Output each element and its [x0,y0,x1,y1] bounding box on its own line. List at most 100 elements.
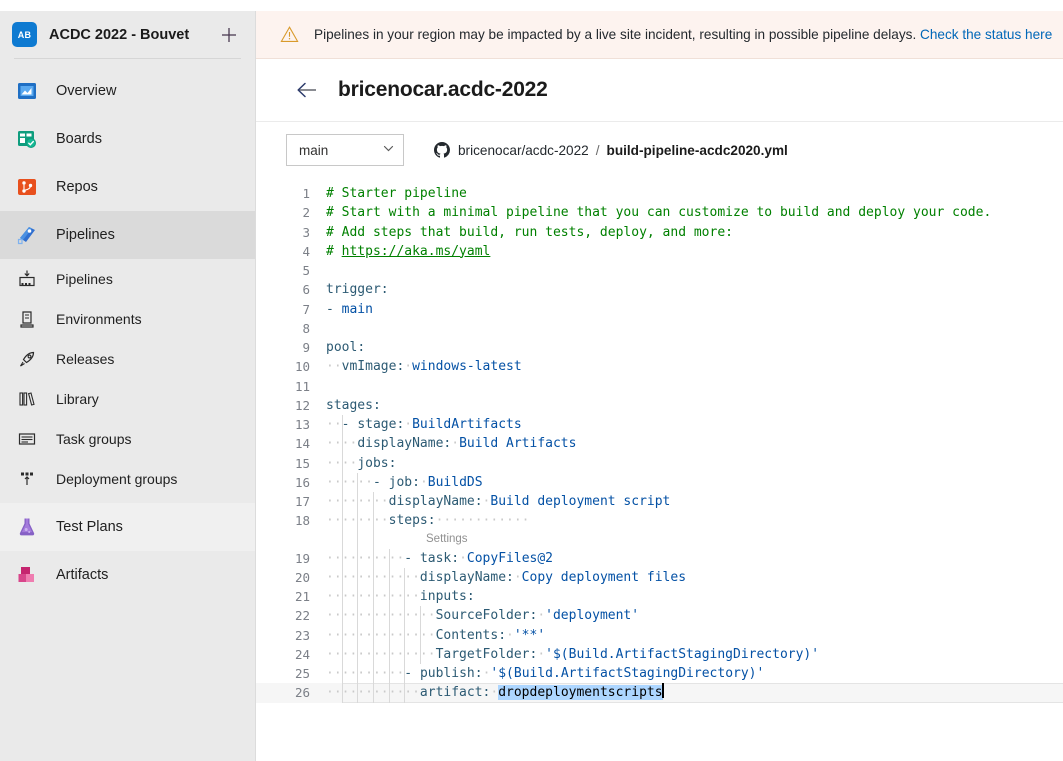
editor-lines[interactable]: 1 # Starter pipeline 2 # Start with a minim… [256,178,1063,703]
editor-line[interactable]: 17 ········displayName:·Build deployment … [256,492,1063,511]
token-key: job [388,474,413,490]
token-punct: : [427,513,436,529]
sidebar-item-artifacts[interactable]: Artifacts [0,551,255,599]
editor-line[interactable]: 20············displayName:·Copy deployme… [256,568,1063,587]
token-ws: ·· [326,417,342,432]
token-ws: ······ [326,474,373,490]
editor-line[interactable]: 26 ············artifact:·dropdeploymentsc… [256,683,1063,703]
line-content[interactable]: ··········- publish:·'$(Build.ArtifactSt… [326,664,1063,683]
editor-line[interactable]: 13 ··- stage:·BuildArtifacts [256,415,1063,434]
token-dash: - [404,550,420,566]
banner-status-link[interactable]: Check the status here [920,27,1052,42]
editor-line[interactable]: 22 ··············SourceFolder:·'deploymen… [256,606,1063,625]
token-key: inputs [419,589,467,604]
breadcrumb-repo[interactable]: bricenocar/acdc-2022 [458,143,589,158]
line-content[interactable] [326,377,1063,396]
line-content[interactable]: # Add steps that build, run tests, deplo… [326,223,1063,242]
line-content[interactable]: ··vmImage:·windows-latest [326,357,1063,376]
banner-message: Pipelines in your region may be impacted… [314,27,1052,42]
editor-line[interactable]: 24 ··············TargetFolder:·'$(Build.A… [256,645,1063,664]
line-content[interactable]: ··············TargetFolder:·'$(Build.Art… [326,645,1063,664]
line-content[interactable]: # Starter pipeline [326,184,1063,203]
sidebar-item-pipelines[interactable]: Pipelines [0,211,255,259]
sidebar-item-repos[interactable]: Repos [0,163,255,211]
sidebar-item-pipelines-sub[interactable]: Pipelines [0,259,255,299]
editor-line[interactable]: 14····displayName:·Build Artifacts [256,434,1063,453]
token-ws: ·········· [326,550,405,566]
branch-selector[interactable]: main [286,134,404,166]
editor-line[interactable]: 5 [256,261,1063,280]
editor-line[interactable]: 23 ··············Contents:·'**' [256,626,1063,645]
editor-line[interactable]: 2 # Start with a minimal pipeline that yo… [256,203,1063,222]
line-content[interactable]: ········displayName:·Build deployment sc… [326,492,1063,511]
editor-line[interactable]: 18 ········steps:············ [256,511,1063,530]
token-str: '$(Build.ArtifactStagingDirectory)' [490,666,765,681]
codelens-settings-link[interactable]: Settings [426,530,468,549]
line-content[interactable]: ············displayName:·Copy deployment… [326,568,1063,587]
editor-line[interactable]: 11 [256,377,1063,396]
token-key: task [419,550,452,566]
editor-line[interactable]: 6 trigger: [256,280,1063,299]
sidebar-item-boards[interactable]: Boards [0,115,255,163]
line-content[interactable]: ····jobs: [326,454,1063,473]
editor-line[interactable]: 9 pool: [256,338,1063,357]
token-comment: # Start with a minimal pipeline that you… [326,205,992,221]
editor-line[interactable]: 10 ··vmImage:·windows-latest [256,357,1063,376]
token-str: '$(Build.ArtifactStagingDirectory)' [545,646,820,662]
sidebar-item-library[interactable]: Library [0,379,255,419]
editor-line[interactable]: 12 stages: [256,396,1063,415]
chevron-down-icon [382,142,395,158]
token-ws: · [451,436,460,452]
editor-line[interactable]: 8 [256,319,1063,338]
token-key: displayName [388,494,475,509]
line-content[interactable]: ··········- task:·CopyFiles@2 [326,549,1063,568]
line-content[interactable]: stages: [326,396,1063,415]
line-number: 13 [294,417,310,432]
editor-line[interactable]: 3 # Add steps that build, run tests, depl… [256,223,1063,242]
line-content[interactable]: ··············Contents:·'**' [326,626,1063,645]
sidebar-item-deployment-groups[interactable]: Deployment groups [0,459,255,499]
token-punct: : [388,455,397,471]
line-content[interactable]: ········steps:············ [326,511,1063,530]
sidebar-item-label: Boards [56,131,102,147]
line-content[interactable]: - main [326,300,1063,319]
line-content[interactable]: ····displayName:·Build Artifacts [326,434,1063,453]
sidebar-item-environments[interactable]: Environments [0,299,255,339]
sidebar-item-label: Artifacts [56,567,109,583]
editor-line[interactable]: 15 ····jobs: [256,454,1063,473]
line-content[interactable]: trigger: [326,280,1063,299]
line-content[interactable]: ············artifact:·dropdeploymentscri… [326,683,1063,702]
line-content[interactable]: # Start with a minimal pipeline that you… [326,203,1063,222]
back-arrow-icon[interactable] [296,79,318,101]
sidebar-item-task-groups[interactable]: Task groups [0,419,255,459]
line-content[interactable] [326,319,1063,338]
token-punct: : [380,282,389,298]
line-content[interactable] [326,261,1063,280]
page-header: bricenocar.acdc-2022 [256,59,1063,122]
editor-line[interactable]: 1 # Starter pipeline [256,184,1063,203]
plus-icon[interactable] [217,23,241,47]
editor-line[interactable]: 21 ············inputs: [256,587,1063,606]
token-ws: ·· [326,359,342,375]
editor-line[interactable]: 4 # https://aka.ms/yaml [256,242,1063,261]
token-key: steps [388,513,428,529]
line-number: 19 [294,550,310,566]
line-content[interactable]: ··- stage:·BuildArtifacts [326,415,1063,434]
editor-line[interactable]: 7 - main [256,300,1063,319]
editor-line[interactable]: 16 ······- job:·BuildDS [256,473,1063,492]
line-content[interactable]: ············inputs: [326,587,1063,606]
line-number: 7 [302,301,310,317]
sidebar-item-overview[interactable]: Overview [0,67,255,115]
token-val: BuildArtifacts [412,417,522,432]
line-content[interactable]: ······- job:·BuildDS [326,473,1063,492]
line-content[interactable]: pool: [326,338,1063,357]
project-header[interactable]: AB ACDC 2022 - Bouvet [0,11,255,58]
sidebar-item-releases[interactable]: Releases [0,339,255,379]
yaml-editor[interactable]: 1 # Starter pipeline 2 # Start with a minim… [256,178,1063,761]
line-content[interactable]: # https://aka.ms/yaml [326,242,1063,261]
editor-line[interactable]: 19 ··········- task:·CopyFiles@2 [256,549,1063,568]
line-content[interactable]: ··············SourceFolder:·'deployment' [326,606,1063,625]
token-key: displayName [357,436,444,452]
editor-line[interactable]: 25 ··········- publish:·'$(Build.Artifact… [256,664,1063,683]
sidebar-item-test-plans[interactable]: Test Plans [0,503,255,551]
